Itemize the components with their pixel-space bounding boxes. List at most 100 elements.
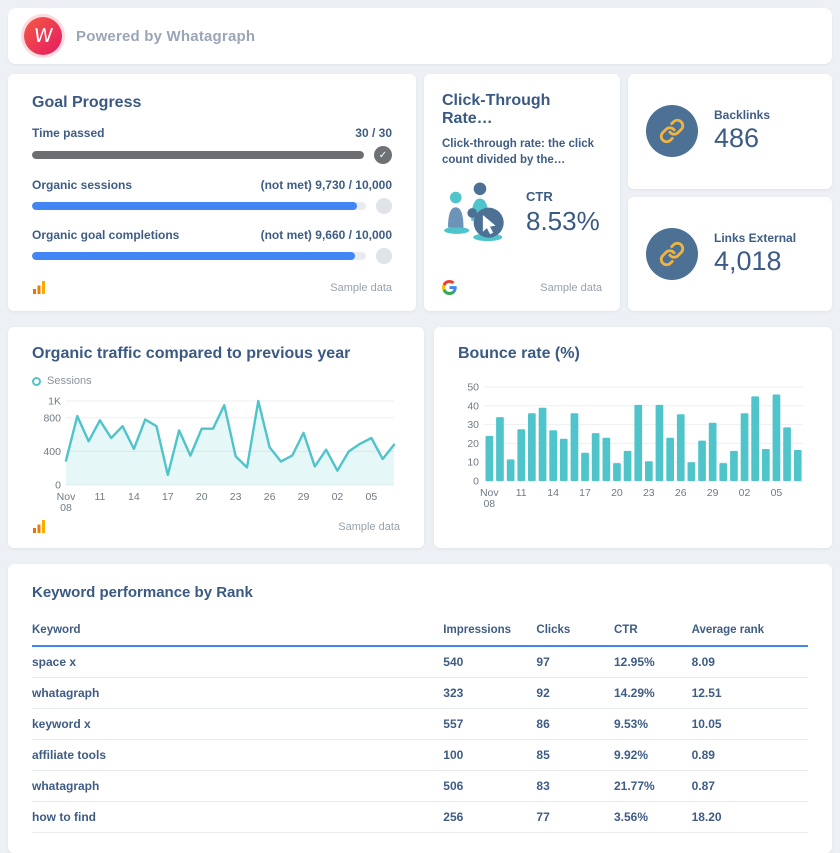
link-icon — [646, 105, 698, 157]
header: W Powered by Whatagraph — [8, 8, 832, 64]
table-cell: 21.77% — [614, 771, 692, 802]
table-cell: 14.29% — [614, 678, 692, 709]
bounce-rate-bar-chart: 01020304050Nov08111417202326290205 — [458, 379, 808, 513]
svg-text:0: 0 — [473, 476, 479, 488]
table-header: KeywordImpressionsClicksCTRAverage rank — [32, 615, 808, 646]
organic-traffic-card: Organic traffic compared to previous yea… — [8, 327, 424, 548]
table-cell: 12.51 — [692, 678, 808, 709]
goal-progress-card: Goal Progress Time passed 30 / 30 ✓ Orga… — [8, 74, 416, 311]
table-cell: how to find — [32, 802, 443, 833]
keyword-performance-card: Keyword performance by Rank KeywordImpre… — [8, 564, 832, 853]
goal-label: Organic sessions — [32, 178, 132, 192]
sample-data-label: Sample data — [540, 282, 602, 294]
svg-text:05: 05 — [771, 487, 783, 499]
column-header: Impressions — [443, 615, 536, 646]
table-cell: 12.95% — [614, 646, 692, 678]
table-row: space x5409712.95%8.09 — [32, 646, 808, 678]
progress-track — [32, 151, 364, 159]
chart-legend: Sessions — [32, 375, 400, 387]
svg-text:20: 20 — [611, 487, 623, 499]
svg-text:20: 20 — [467, 438, 479, 450]
column-header: Keyword — [32, 615, 443, 646]
progress-track — [32, 202, 366, 210]
table-cell: whatagraph — [32, 771, 443, 802]
ctr-metric-label: CTR — [526, 189, 600, 204]
sessions-line-chart: 04008001KNov08111417202326290205 — [32, 395, 400, 513]
ctr-title: Click-Through Rate… — [442, 92, 602, 128]
goal-value: (not met) 9,730 / 10,000 — [261, 178, 392, 192]
backlinks-card: Backlinks 486 — [628, 74, 832, 189]
table-row: affiliate tools100859.92%0.89 — [32, 740, 808, 771]
table-cell: 0.87 — [692, 771, 808, 802]
keyword-table-title: Keyword performance by Rank — [32, 584, 808, 601]
svg-text:23: 23 — [230, 491, 242, 503]
goal-value: 30 / 30 — [355, 126, 392, 140]
google-icon — [442, 280, 457, 295]
goal-item-time-passed: Time passed 30 / 30 ✓ — [32, 126, 392, 164]
organic-traffic-title: Organic traffic compared to previous yea… — [32, 345, 400, 363]
svg-text:40: 40 — [467, 400, 479, 412]
goal-status-icon — [376, 198, 392, 214]
row-charts: Organic traffic compared to previous yea… — [8, 327, 832, 548]
svg-text:26: 26 — [675, 487, 687, 499]
svg-text:29: 29 — [298, 491, 310, 503]
progress-bar — [32, 252, 355, 260]
stat-value: 4,018 — [714, 246, 796, 277]
table-cell: 8.09 — [692, 646, 808, 678]
table-cell: 540 — [443, 646, 536, 678]
table-row: whatagraph3239214.29%12.51 — [32, 678, 808, 709]
whatagraph-logo-icon: W — [24, 17, 62, 55]
table-cell: 557 — [443, 709, 536, 740]
table-cell: 323 — [443, 678, 536, 709]
ctr-description: Click-through rate: the click count divi… — [442, 137, 602, 168]
svg-text:29: 29 — [707, 487, 719, 499]
goal-label: Time passed — [32, 126, 104, 140]
click-people-illustration-icon — [442, 182, 516, 244]
svg-text:17: 17 — [579, 487, 591, 499]
svg-text:11: 11 — [94, 491, 105, 503]
bounce-rate-title: Bounce rate (%) — [458, 345, 808, 363]
stat-column: Backlinks 486 Links External 4,018 — [628, 74, 832, 311]
svg-text:11: 11 — [516, 487, 527, 499]
svg-text:0: 0 — [55, 480, 61, 492]
stat-value: 486 — [714, 123, 770, 154]
svg-text:02: 02 — [739, 487, 751, 499]
table-row: keyword x557869.53%10.05 — [32, 709, 808, 740]
links-external-card: Links External 4,018 — [628, 197, 832, 312]
stat-label: Links External — [714, 231, 796, 245]
table-cell: keyword x — [32, 709, 443, 740]
table-cell: 100 — [443, 740, 536, 771]
logo-letter: W — [32, 25, 53, 47]
table-cell: 92 — [536, 678, 614, 709]
table-cell: affiliate tools — [32, 740, 443, 771]
table-cell: 506 — [443, 771, 536, 802]
row-top: Goal Progress Time passed 30 / 30 ✓ Orga… — [8, 74, 832, 311]
table-cell: space x — [32, 646, 443, 678]
google-analytics-icon — [32, 280, 47, 295]
ctr-card: Click-Through Rate… Click-through rate: … — [424, 74, 620, 311]
google-analytics-icon — [32, 519, 47, 534]
goal-progress-title: Goal Progress — [32, 94, 392, 112]
table-cell: 18.20 — [692, 802, 808, 833]
legend-ring-icon — [32, 377, 41, 386]
stat-label: Backlinks — [714, 108, 770, 122]
goal-status-icon: ✓ — [374, 146, 392, 164]
svg-text:23: 23 — [643, 487, 655, 499]
goal-value: (not met) 9,660 / 10,000 — [261, 228, 392, 242]
svg-text:14: 14 — [547, 487, 559, 499]
table-cell: 9.92% — [614, 740, 692, 771]
svg-text:14: 14 — [128, 491, 140, 503]
table-cell: 256 — [443, 802, 536, 833]
table-cell: 3.56% — [614, 802, 692, 833]
svg-text:17: 17 — [162, 491, 174, 503]
table-cell: 0.89 — [692, 740, 808, 771]
svg-text:20: 20 — [196, 491, 208, 503]
table-cell: 97 — [536, 646, 614, 678]
link-icon — [646, 228, 698, 280]
column-header: Average rank — [692, 615, 808, 646]
keyword-table: KeywordImpressionsClicksCTRAverage rank … — [32, 615, 808, 833]
table-row: how to find256773.56%18.20 — [32, 802, 808, 833]
svg-text:26: 26 — [264, 491, 276, 503]
bounce-rate-card: Bounce rate (%) 01020304050Nov0811141720… — [434, 327, 832, 548]
goal-item-goal-completions: Organic goal completions (not met) 9,660… — [32, 228, 392, 264]
